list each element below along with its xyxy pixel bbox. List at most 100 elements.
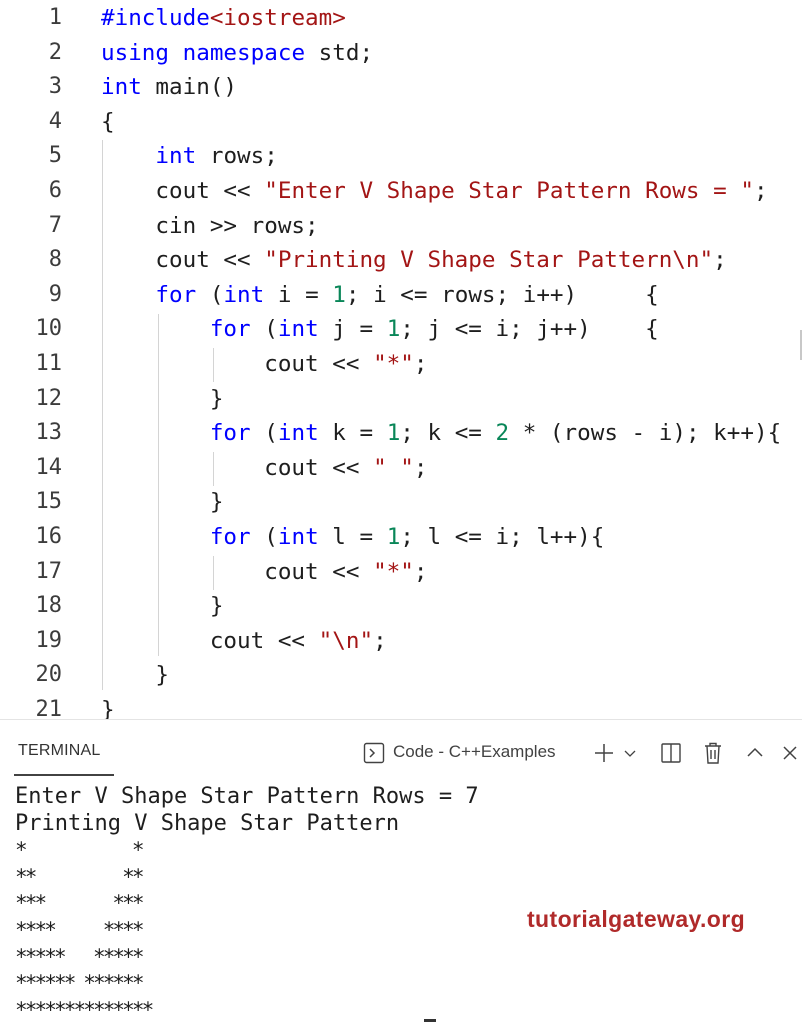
add-icon[interactable] xyxy=(592,740,616,766)
line-number: 3 xyxy=(48,74,62,100)
code-token: cout << xyxy=(101,178,265,204)
code-text[interactable]: for (int k = 1; k <= 2 * (rows - i); k++… xyxy=(101,416,781,451)
code-line[interactable]: 4{ xyxy=(0,105,802,140)
code-text[interactable]: cin >> rows; xyxy=(101,209,318,244)
code-token: int xyxy=(101,74,142,101)
line-number: 15 xyxy=(35,489,63,515)
code-token: ( xyxy=(250,524,278,550)
code-token: k = xyxy=(318,420,387,447)
code-token: ( xyxy=(250,316,278,343)
line-number: 7 xyxy=(48,212,62,238)
line-number: 1 xyxy=(48,5,62,30)
terminal-line: **** **** xyxy=(15,917,145,942)
code-line[interactable]: 16 for (int l = 1; l <= i; l++){ xyxy=(0,520,802,555)
code-token: i = xyxy=(264,281,333,308)
code-token: } xyxy=(101,662,170,689)
code-text[interactable]: } xyxy=(101,693,115,719)
terminal-selector[interactable]: Code - C++Examples xyxy=(393,742,556,762)
code-line[interactable]: 21} xyxy=(0,693,802,719)
code-token: "*" xyxy=(373,558,414,585)
code-token: 2 xyxy=(495,420,510,447)
code-text[interactable]: using namespace std; xyxy=(101,36,373,71)
code-token: ; xyxy=(413,454,428,481)
indent-guide xyxy=(158,314,159,656)
chevron-down-icon[interactable] xyxy=(622,740,638,766)
code-token: cout << xyxy=(101,351,374,377)
tab-terminal[interactable]: TERMINAL xyxy=(18,742,101,760)
code-line[interactable]: 2 using namespace std; xyxy=(0,36,802,71)
code-token: ( xyxy=(250,420,278,447)
indent-guide xyxy=(213,452,214,486)
code-text[interactable]: int rows; xyxy=(101,139,277,174)
code-token: " " xyxy=(373,454,414,481)
code-line[interactable]: 5 int rows; xyxy=(0,139,802,174)
line-number: 16 xyxy=(35,524,63,549)
code-text[interactable]: for (int i = 1; i <= rows; i++) { xyxy=(101,278,658,313)
code-token: #include xyxy=(101,5,210,31)
line-number: 18 xyxy=(35,593,63,619)
line-number: 21 xyxy=(35,697,63,719)
code-token: } xyxy=(101,385,224,412)
code-text[interactable]: cout << "Enter V Shape Star Pattern Rows… xyxy=(101,174,767,209)
code-token: cout << xyxy=(101,627,319,654)
code-text[interactable]: #include<iostream> xyxy=(101,1,346,36)
code-line[interactable]: 13 for (int k = 1; k <= 2 * (rows - i); … xyxy=(0,416,802,451)
code-token: main() xyxy=(141,74,238,101)
code-token: cout << xyxy=(101,558,374,585)
chevron-up-icon[interactable] xyxy=(744,740,766,766)
line-number: 12 xyxy=(35,385,63,411)
code-text[interactable]: for (int l = 1; l <= i; l++){ xyxy=(101,520,605,555)
code-token: } xyxy=(101,697,115,719)
code-text[interactable]: } xyxy=(101,382,224,417)
code-text[interactable]: } xyxy=(101,589,224,624)
code-text[interactable]: cout << "Printing V Shape Star Pattern\n… xyxy=(101,243,726,278)
code-token: std; xyxy=(305,39,374,66)
code-text[interactable]: int main() xyxy=(101,70,237,105)
code-token: for xyxy=(155,281,197,308)
code-line[interactable]: 1 #include<iostream> xyxy=(0,1,802,36)
code-line[interactable]: 18 } xyxy=(0,589,802,624)
split-icon[interactable] xyxy=(659,740,683,766)
code-token: "\n" xyxy=(318,627,374,654)
terminal-output[interactable]: Enter V Shape Star Pattern Rows = 7 Print… xyxy=(15,784,479,1023)
code-line[interactable]: 14 cout << " "; xyxy=(0,451,802,486)
code-text[interactable]: cout << " "; xyxy=(101,451,427,486)
code-token: } xyxy=(101,593,224,620)
code-token: using xyxy=(101,39,170,66)
code-text[interactable]: cout << "\n"; xyxy=(101,624,387,659)
code-line[interactable]: 20 } xyxy=(0,658,802,693)
code-line[interactable]: 9 for (int i = 1; i <= rows; i++) { xyxy=(0,278,802,313)
line-number: 19 xyxy=(35,627,63,653)
code-text[interactable]: } xyxy=(101,658,169,693)
code-line[interactable]: 3 int main() xyxy=(0,70,802,105)
code-text[interactable]: cout << "*"; xyxy=(101,347,427,382)
code-token: ; xyxy=(413,351,428,377)
line-number: 6 xyxy=(48,178,62,203)
code-token: for xyxy=(209,524,251,550)
code-line[interactable]: 17 cout << "*"; xyxy=(0,555,802,590)
code-line[interactable]: 12 } xyxy=(0,382,802,417)
code-line[interactable]: 11 cout << "*"; xyxy=(0,347,802,382)
code-line[interactable]: 6 cout << "Enter V Shape Star Pattern Ro… xyxy=(0,174,802,209)
code-line[interactable]: 10 for (int j = 1; j <= i; j++) { xyxy=(0,312,802,347)
code-text[interactable]: cout << "*"; xyxy=(101,555,427,590)
code-token: { xyxy=(101,108,115,135)
line-number: 5 xyxy=(48,143,62,169)
terminal-line: Printing V Shape Star Pattern xyxy=(15,810,400,836)
code-line[interactable]: 15 } xyxy=(0,485,802,520)
line-number: 9 xyxy=(48,281,62,307)
code-text[interactable]: { xyxy=(101,105,115,140)
code-editor[interactable]: 1 #include<iostream> 2 using namespace std;… xyxy=(0,0,802,719)
code-line[interactable]: 8 cout << "Printing V Shape Star Pattern… xyxy=(0,243,802,278)
code-line[interactable]: 7 cin >> rows; xyxy=(0,209,802,244)
code-text[interactable]: for (int j = 1; j <= i; j++) { xyxy=(101,312,659,347)
terminal-icon[interactable] xyxy=(362,740,386,766)
code-line[interactable]: 19 cout << "\n"; xyxy=(0,624,802,659)
code-text[interactable]: } xyxy=(101,485,224,520)
terminal-cursor xyxy=(424,1019,436,1022)
code-token: j = xyxy=(318,316,387,343)
trash-icon[interactable] xyxy=(701,740,725,766)
close-icon[interactable] xyxy=(779,740,801,766)
